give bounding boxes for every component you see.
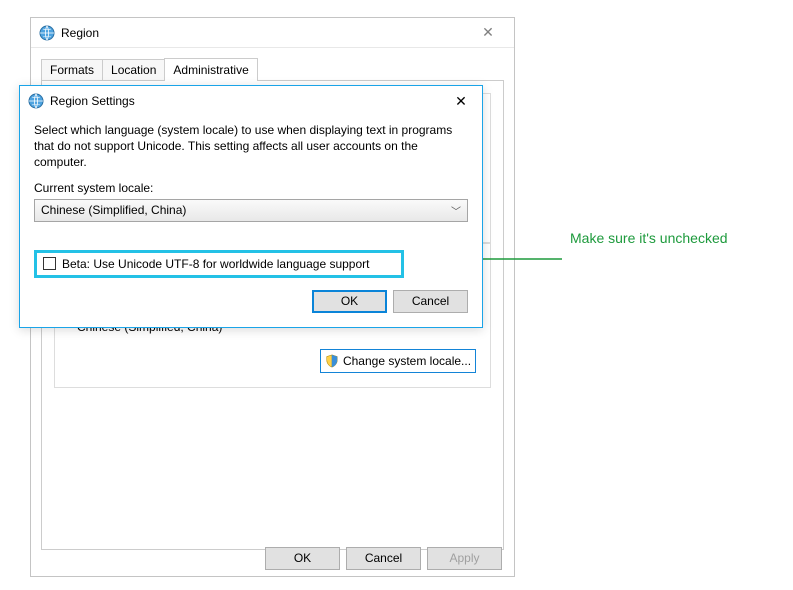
region-close-button[interactable]: ✕ [468,24,508,41]
region-cancel-button[interactable]: Cancel [346,547,421,570]
region-settings-titlebar: Region Settings ✕ [20,86,482,116]
beta-utf8-highlight: Beta: Use Unicode UTF-8 for worldwide la… [34,250,404,278]
region-tabs: Formats Location Administrative [41,58,504,80]
region-settings-close-button[interactable]: ✕ [444,90,478,112]
region-apply-button[interactable]: Apply [427,547,502,570]
region-settings-cancel-button[interactable]: Cancel [393,290,468,313]
chevron-down-icon: ﹀ [451,203,461,218]
beta-utf8-label: Beta: Use Unicode UTF-8 for worldwide la… [62,257,370,271]
region-titlebar: Region ✕ [31,18,514,48]
region-settings-ok-button[interactable]: OK [312,290,387,313]
region-settings-title: Region Settings [50,94,444,108]
globe-icon [28,93,44,109]
region-settings-description: Select which language (system locale) to… [34,122,468,171]
annotation-text: Make sure it's unchecked [570,230,728,246]
change-system-locale-button[interactable]: Change system locale... [320,349,476,373]
tab-formats[interactable]: Formats [41,59,103,80]
system-locale-select[interactable]: Chinese (Simplified, China) ﹀ [34,199,468,222]
globe-icon [39,25,55,41]
region-settings-dialog: Region Settings ✕ Select which language … [19,85,483,328]
change-system-locale-label: Change system locale... [343,354,471,368]
system-locale-value: Chinese (Simplified, China) [41,203,186,217]
shield-icon [325,354,339,368]
tab-location[interactable]: Location [102,59,165,80]
region-settings-button-row: OK Cancel [34,290,468,313]
region-window-title: Region [61,26,468,40]
region-ok-button[interactable]: OK [265,547,340,570]
region-button-row: OK Cancel Apply [43,540,502,576]
beta-utf8-checkbox[interactable] [43,257,56,270]
current-locale-label: Current system locale: [34,181,468,195]
tab-administrative[interactable]: Administrative [164,58,257,81]
